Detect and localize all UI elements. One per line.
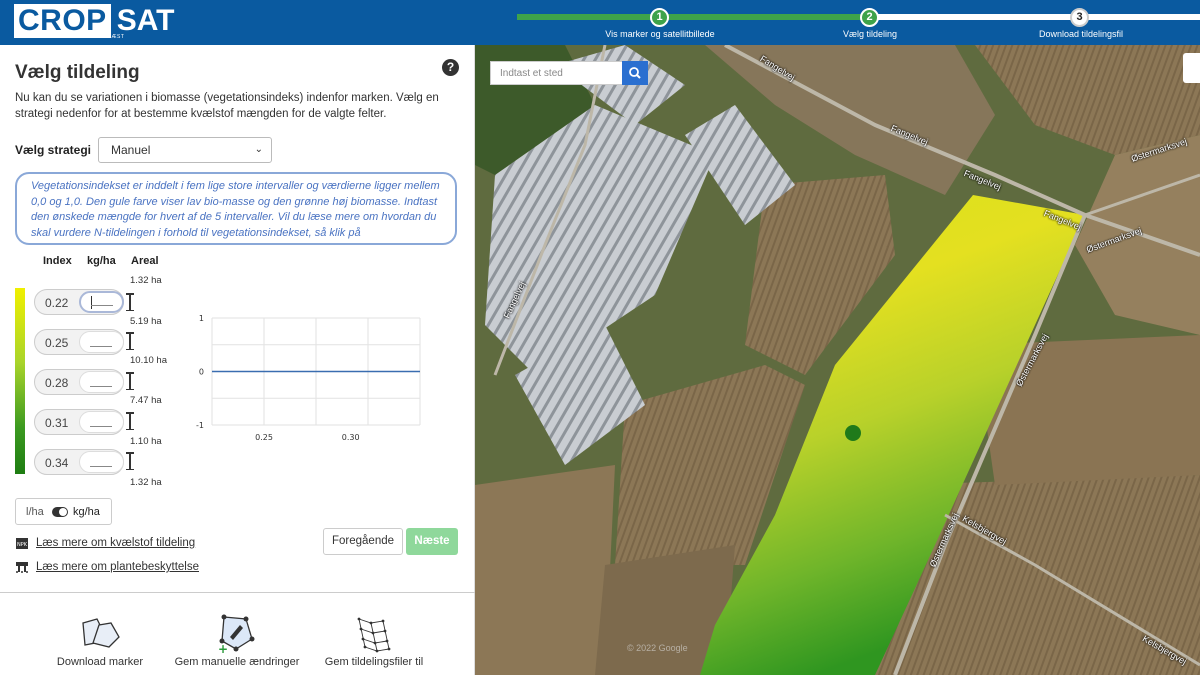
- allocation-chart-svg: 1 0 -1 0.25 0.30: [196, 314, 421, 442]
- area-value: 7.47 ha: [130, 395, 162, 406]
- text-caret: [91, 296, 92, 309]
- save-allocation-files-label: Gem tildelingsfiler til: [324, 656, 424, 668]
- input-underline: [90, 346, 112, 347]
- logo-subtitle: BY DATAVÆST: [84, 34, 125, 40]
- allocation-chart: 1 0 -1 0.25 0.30: [190, 310, 430, 460]
- chart-ytick-label: 0: [199, 368, 204, 377]
- progress-line-done: [517, 14, 870, 20]
- save-allocation-files-button[interactable]: Gem tildelingsfiler til: [318, 613, 430, 668]
- svg-text:NPK: NPK: [17, 542, 28, 548]
- nitrogen-link-text[interactable]: Læs mere om kvælstof tildeling: [36, 537, 195, 549]
- download-fields-label: Download marker: [56, 656, 144, 668]
- interval-row-3: 0.28: [34, 369, 124, 395]
- kg-input-2[interactable]: [79, 331, 124, 353]
- chart-ytick-label: 1: [199, 314, 204, 323]
- intro-text: Nu kan du se variationen i biomasse (veg…: [15, 92, 439, 120]
- area-value: 1.32 ha: [130, 477, 162, 488]
- step-1-label[interactable]: Vis marker og satellitbillede: [605, 29, 714, 39]
- kg-column-header: kg/ha: [87, 255, 116, 267]
- download-fields-button[interactable]: Download marker: [52, 613, 148, 668]
- range-arrow-icon: [126, 293, 134, 311]
- interval-index-value: 0.34: [45, 456, 69, 470]
- range-arrow-icon: [126, 372, 134, 390]
- step-3-circle[interactable]: 3: [1070, 8, 1089, 27]
- interval-index-value: 0.31: [45, 416, 69, 430]
- step-3-label[interactable]: Download tildelingsfil: [1039, 29, 1123, 39]
- satellite-map[interactable]: Fangelvej Fangelvej Fangelvej Fangelvej …: [475, 45, 1200, 675]
- fields-icon: [75, 613, 125, 653]
- range-arrow-icon: [126, 332, 134, 350]
- range-arrow-icon: [126, 412, 134, 430]
- edit-polygon-icon: +: [212, 613, 262, 656]
- page-title: Vælg tildeling: [15, 62, 140, 83]
- protection-link-text[interactable]: Læs mere om plantebeskyttelse: [36, 561, 199, 573]
- save-changes-button[interactable]: + Gem manuelle ændringer: [172, 613, 302, 668]
- app-header: CROP SAT BY DATAVÆST 1 2 3 Vis marker og…: [0, 0, 1200, 45]
- area-value: 1.32 ha: [130, 275, 162, 286]
- fertilizer-icon: NPK: [15, 536, 29, 550]
- strategy-value: Manuel: [111, 143, 151, 157]
- unit-kg-label: kg/ha: [73, 506, 100, 518]
- range-arrow-icon: [126, 452, 134, 470]
- previous-button[interactable]: Foregående: [323, 528, 403, 555]
- svg-text:+: +: [218, 642, 228, 653]
- save-changes-label: Gem manuelle ændringer: [174, 656, 300, 668]
- area-value: 1.10 ha: [130, 436, 162, 447]
- protection-link[interactable]: Læs mere om plantebeskyttelse: [15, 560, 199, 574]
- interval-row-5: 0.34: [34, 449, 124, 475]
- interval-row-2: 0.25: [34, 329, 124, 355]
- map-imagery: [475, 45, 1200, 675]
- allocation-panel: Vælg tildeling ? Nu kan du se variatione…: [0, 45, 475, 675]
- strategy-select[interactable]: Manuel ⌄: [98, 137, 272, 163]
- chart-xtick-label: 0.30: [342, 433, 360, 442]
- help-icon[interactable]: ?: [442, 59, 459, 76]
- interval-row-1: 0.22: [34, 289, 124, 315]
- step-1-circle[interactable]: 1: [650, 8, 669, 27]
- input-underline: [90, 466, 112, 467]
- unit-liters-label: l/ha: [26, 506, 44, 518]
- grid-network-icon: [349, 613, 399, 653]
- area-column-header: Areal: [131, 255, 159, 267]
- area-value: 5.19 ha: [130, 316, 162, 327]
- info-text: Vegetationsindekset er inddelt i fem lig…: [31, 180, 440, 239]
- kg-input-3[interactable]: [79, 371, 124, 393]
- search-placeholder: Indtast et sted: [500, 68, 563, 79]
- interval-row-4: 0.31: [34, 409, 124, 435]
- chart-xtick-label: 0.25: [255, 433, 273, 442]
- sprayer-icon: [15, 560, 29, 574]
- input-underline: [91, 305, 113, 306]
- kg-input-4[interactable]: [79, 411, 124, 433]
- kg-input-1[interactable]: [79, 291, 124, 313]
- area-value: 10.10 ha: [130, 355, 167, 366]
- step-2-circle[interactable]: 2: [860, 8, 879, 27]
- index-column-header: Index: [43, 255, 72, 267]
- interval-index-value: 0.28: [45, 376, 69, 390]
- input-underline: [90, 386, 112, 387]
- interval-index-value: 0.22: [45, 296, 69, 310]
- input-underline: [90, 426, 112, 427]
- map-watermark: © 2022 Google: [627, 643, 688, 653]
- nitrogen-link[interactable]: NPK Læs mere om kvælstof tildeling: [15, 536, 195, 550]
- unit-toggle[interactable]: l/ha kg/ha: [15, 498, 112, 525]
- toggle-knob: [59, 508, 67, 516]
- map-control-button[interactable]: [1183, 53, 1200, 83]
- search-icon: [629, 67, 641, 79]
- progress-steps: 1 2 3 Vis marker og satellitbillede Vælg…: [517, 8, 1200, 42]
- chevron-down-icon: ⌄: [254, 144, 263, 155]
- search-button[interactable]: [622, 61, 648, 85]
- toggle-switch[interactable]: [52, 507, 68, 517]
- interval-index-value: 0.25: [45, 336, 69, 350]
- logo-sat: SAT: [116, 4, 175, 37]
- strategy-label: Vælg strategi: [15, 143, 92, 157]
- progress-line-todo: [870, 14, 1200, 20]
- next-button[interactable]: Næste: [406, 528, 458, 555]
- step-2-label[interactable]: Vælg tildeling: [843, 29, 897, 39]
- info-box[interactable]: Vegetationsindekset er inddelt i fem lig…: [15, 172, 457, 245]
- bottom-toolbar: Download marker + Gem manuelle ændringer…: [0, 592, 475, 675]
- kg-input-5[interactable]: [79, 451, 124, 473]
- vegetation-index-legend: [15, 288, 25, 474]
- chart-ytick-label: -1: [196, 421, 204, 430]
- logo-crop: CROP: [14, 4, 111, 38]
